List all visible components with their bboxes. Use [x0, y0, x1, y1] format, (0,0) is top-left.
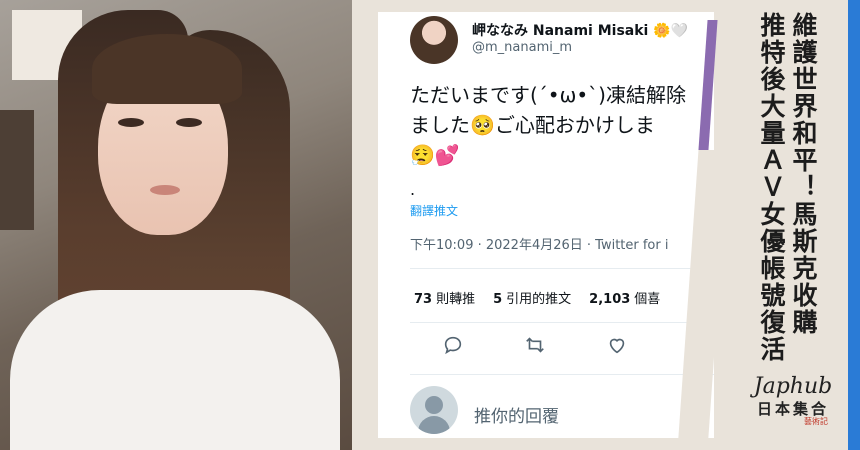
reply-input[interactable]: 推你的回覆: [474, 402, 559, 427]
profile-avatar[interactable]: [410, 16, 458, 64]
quotes-label: 引用的推文: [506, 292, 572, 307]
retweet-icon[interactable]: [524, 334, 546, 360]
shirt: [10, 290, 340, 450]
tweet-text: ただいまです(´•ω•`)凍結解除 ました🥺ご心配おかけしま 😮‍💨💕: [410, 80, 714, 170]
avatar-head: [425, 396, 443, 414]
right-edge-strip: [848, 0, 860, 450]
brand-sub: 藝術記: [804, 417, 828, 426]
retweets-label: 則轉推: [436, 292, 476, 307]
like-icon[interactable]: [606, 334, 628, 360]
name-emojis: 🌼🤍: [653, 23, 689, 39]
tweet-text-line-2: ました🥺ご心配おかけしま: [410, 113, 655, 137]
background-lamp: [0, 110, 34, 230]
likes-stat[interactable]: 2,103 個喜: [589, 288, 660, 307]
lips: [150, 185, 180, 195]
reply-icon[interactable]: [442, 334, 464, 360]
eye-right: [176, 118, 202, 127]
headline-line-1: 維護世界和平！馬斯克收購: [789, 12, 818, 336]
display-name-text[interactable]: 岬ななみ Nanami Misaki: [472, 23, 648, 39]
tweet-text-line-1: ただいまです(´•ω•`)凍結解除: [410, 83, 686, 107]
photo-panel: [0, 0, 352, 450]
brand-logo: Japhub: [753, 374, 833, 399]
divider-bottom: [410, 374, 714, 375]
default-avatar-icon: [410, 386, 458, 434]
likes-count: 2,103: [589, 292, 631, 307]
tweet-meta: 下午10:09 · 2022年4月26日 · Twitter for i: [410, 238, 669, 253]
retweets-stat[interactable]: 73 則轉推: [414, 288, 475, 307]
quotes-stat[interactable]: 5 引用的推文: [493, 288, 571, 307]
tweet-text-line-3: 😮‍💨💕: [410, 143, 460, 167]
avatar-body: [418, 416, 450, 434]
tweet-card: 岬ななみ Nanami Misaki 🌼🤍 @m_nanami_m ただいまです…: [378, 12, 714, 438]
tweet-actions: [410, 334, 710, 360]
translate-link[interactable]: 翻譯推文: [410, 202, 458, 219]
bangs: [92, 34, 242, 104]
retweets-count: 73: [414, 292, 433, 307]
divider-middle: [410, 322, 714, 323]
tweet-trailing-dot: .: [410, 180, 416, 199]
brand-block: Japhub 日本集合 藝術記: [748, 374, 838, 427]
tweet-stats: 73 則轉推 5 引用的推文 2,103 個喜: [414, 288, 660, 307]
divider-top: [410, 268, 714, 269]
headline-line-2: 推特後大量ＡＶ女優帳號復活: [757, 12, 786, 363]
user-handle[interactable]: @m_nanami_m: [472, 40, 572, 55]
eye-left: [118, 118, 144, 127]
display-name[interactable]: 岬ななみ Nanami Misaki 🌼🤍: [472, 20, 688, 40]
quotes-count: 5: [493, 292, 503, 307]
likes-label: 個喜: [634, 292, 661, 307]
